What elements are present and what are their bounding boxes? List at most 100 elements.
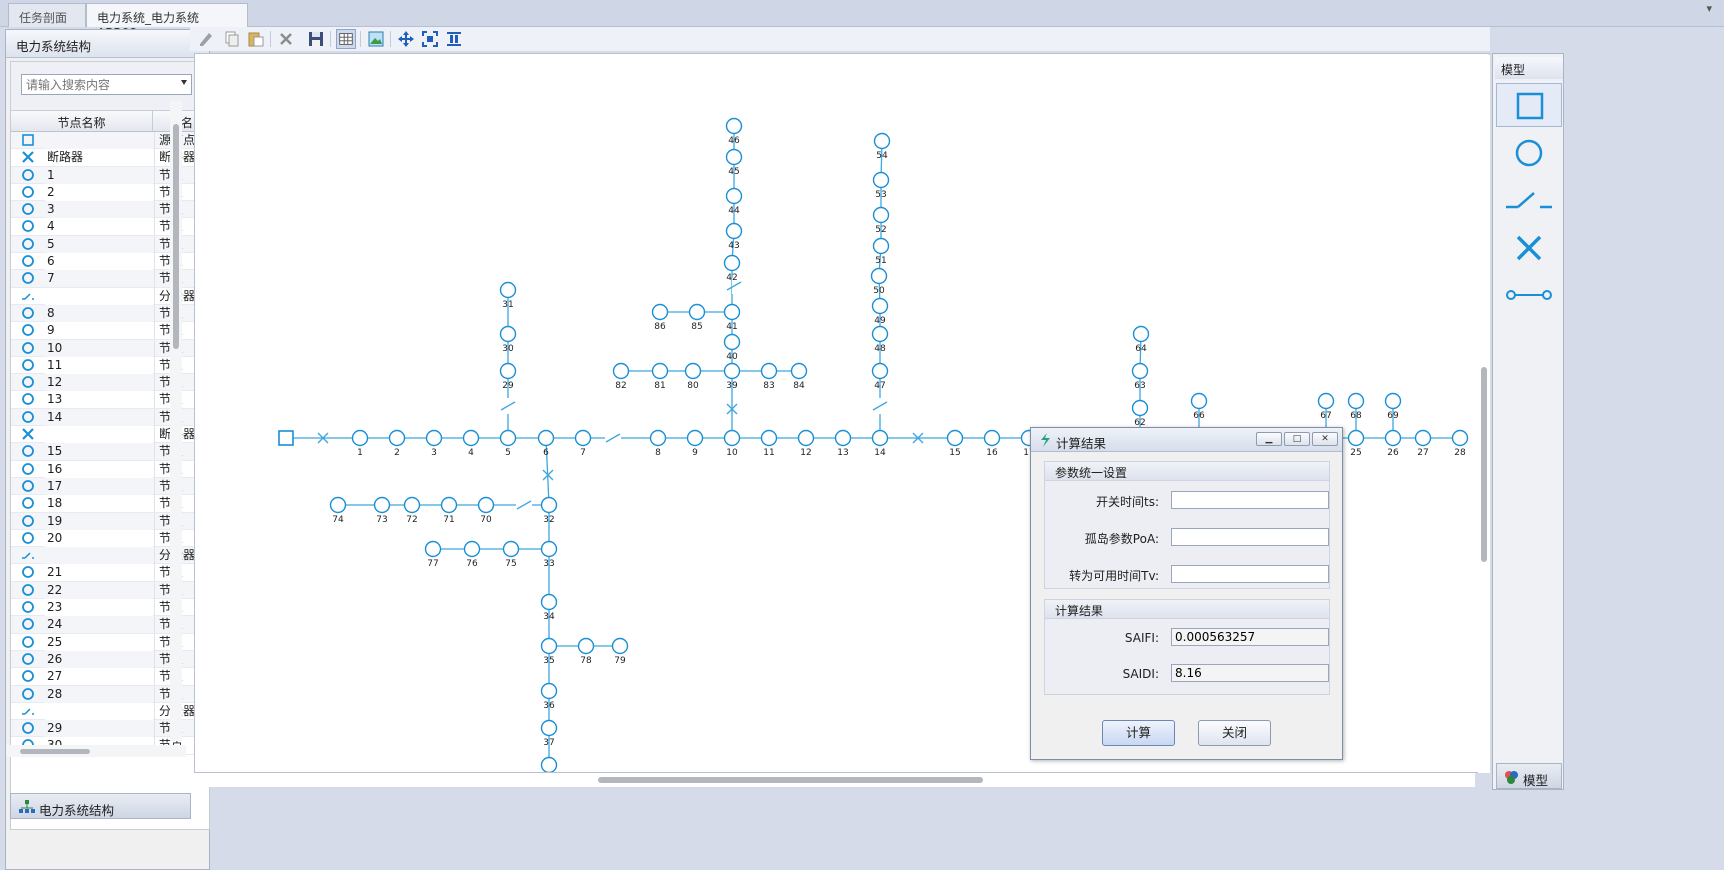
network-node[interactable]: [871, 297, 889, 315]
network-node[interactable]: [872, 171, 890, 189]
pan-icon[interactable]: [396, 29, 416, 49]
network-node[interactable]: [688, 303, 706, 321]
tab-task-profile[interactable]: 任务剖面: [8, 3, 86, 27]
network-node[interactable]: [1384, 392, 1402, 410]
network-node[interactable]: [871, 362, 889, 380]
network-node[interactable]: [651, 303, 669, 321]
network-node[interactable]: [872, 237, 890, 255]
canvas-vertical-scroll-thumb[interactable]: [1481, 367, 1487, 562]
network-node[interactable]: [388, 429, 406, 447]
network-node[interactable]: [870, 267, 888, 285]
model-node-circle[interactable]: [1496, 131, 1562, 175]
network-node[interactable]: [499, 281, 517, 299]
network-node[interactable]: [725, 148, 743, 166]
network-node[interactable]: [872, 206, 890, 224]
source-node[interactable]: [278, 430, 294, 446]
minimize-button[interactable]: ▁: [1256, 432, 1282, 446]
table-horizontal-scroll-thumb[interactable]: [20, 749, 90, 754]
table-vertical-scroll-thumb[interactable]: [173, 124, 179, 349]
network-node[interactable]: [725, 117, 743, 135]
network-node[interactable]: [540, 593, 558, 611]
network-node[interactable]: [1347, 392, 1365, 410]
network-node[interactable]: [797, 429, 815, 447]
model-source-square[interactable]: [1496, 83, 1562, 127]
network-node[interactable]: [499, 362, 517, 380]
network-node[interactable]: [723, 333, 741, 351]
fit-view-icon[interactable]: [420, 29, 440, 49]
network-node[interactable]: [686, 429, 704, 447]
network-node[interactable]: [723, 254, 741, 272]
network-node[interactable]: [425, 429, 443, 447]
network-node[interactable]: [499, 325, 517, 343]
network-node[interactable]: [873, 132, 891, 150]
tab-menu-chevron-icon[interactable]: ▾: [1706, 2, 1712, 15]
network-node[interactable]: [540, 756, 558, 773]
network-node[interactable]: [499, 429, 517, 447]
model-panel-footer-tab[interactable]: 模型: [1496, 763, 1562, 789]
paste-icon[interactable]: [246, 29, 266, 49]
network-node[interactable]: [946, 429, 964, 447]
network-node[interactable]: [477, 496, 495, 514]
network-node[interactable]: [612, 362, 630, 380]
network-node[interactable]: [424, 540, 442, 558]
network-node[interactable]: [1451, 429, 1469, 447]
ts-field[interactable]: [1171, 491, 1329, 509]
network-node[interactable]: [983, 429, 1001, 447]
network-node[interactable]: [760, 429, 778, 447]
close-dialog-button[interactable]: ✕: [1312, 432, 1338, 446]
network-node[interactable]: [540, 496, 558, 514]
network-node[interactable]: [574, 429, 592, 447]
network-node[interactable]: [329, 496, 347, 514]
tv-field[interactable]: [1171, 565, 1329, 583]
network-node[interactable]: [502, 540, 520, 558]
network-node[interactable]: [577, 637, 595, 655]
align-icon[interactable]: [444, 29, 464, 49]
network-node[interactable]: [440, 496, 458, 514]
network-node[interactable]: [540, 682, 558, 700]
column-header-node-name[interactable]: 节点名称: [11, 111, 153, 131]
network-node[interactable]: [834, 429, 852, 447]
network-node[interactable]: [790, 362, 808, 380]
network-node[interactable]: [649, 429, 667, 447]
dialog-title-bar[interactable]: 计算结果 ▁ □ ✕: [1031, 428, 1342, 452]
network-node[interactable]: [1384, 429, 1402, 447]
network-node[interactable]: [462, 429, 480, 447]
grid-toggle-icon[interactable]: [336, 29, 356, 49]
network-node[interactable]: [1414, 429, 1432, 447]
network-node[interactable]: [651, 362, 669, 380]
structure-panel-footer-tab[interactable]: 电力系统结构: [10, 793, 191, 819]
search-input[interactable]: [21, 74, 192, 95]
tab-power-system[interactable]: 电力系统_电力系统ABR08✕: [86, 3, 248, 40]
network-node[interactable]: [537, 429, 555, 447]
network-node[interactable]: [1347, 429, 1365, 447]
network-node[interactable]: [723, 303, 741, 321]
network-node[interactable]: [725, 187, 743, 205]
saifi-field[interactable]: [1171, 628, 1329, 646]
network-node[interactable]: [725, 222, 743, 240]
network-node[interactable]: [1190, 392, 1208, 410]
saidi-field[interactable]: [1171, 664, 1329, 682]
network-node[interactable]: [1132, 325, 1150, 343]
network-node[interactable]: [723, 429, 741, 447]
save-icon[interactable]: [306, 29, 326, 49]
maximize-button[interactable]: □: [1284, 432, 1310, 446]
model-switch[interactable]: [1496, 179, 1562, 223]
network-node[interactable]: [611, 637, 629, 655]
model-line[interactable]: [1496, 273, 1562, 317]
edit-icon[interactable]: [196, 29, 216, 49]
network-node[interactable]: [540, 637, 558, 655]
network-node[interactable]: [1131, 399, 1149, 417]
poa-field[interactable]: [1171, 528, 1329, 546]
network-node[interactable]: [684, 362, 702, 380]
canvas-horizontal-scroll-thumb[interactable]: [598, 777, 983, 783]
network-node[interactable]: [723, 362, 741, 380]
search-dropdown-icon[interactable]: [181, 80, 187, 85]
network-node[interactable]: [403, 496, 421, 514]
calculate-button[interactable]: 计算: [1102, 720, 1175, 746]
export-image-icon[interactable]: [366, 29, 386, 49]
network-node[interactable]: [1317, 392, 1335, 410]
model-breaker[interactable]: [1496, 227, 1562, 271]
close-button[interactable]: 关闭: [1198, 720, 1271, 746]
network-node[interactable]: [373, 496, 391, 514]
network-node[interactable]: [871, 429, 889, 447]
